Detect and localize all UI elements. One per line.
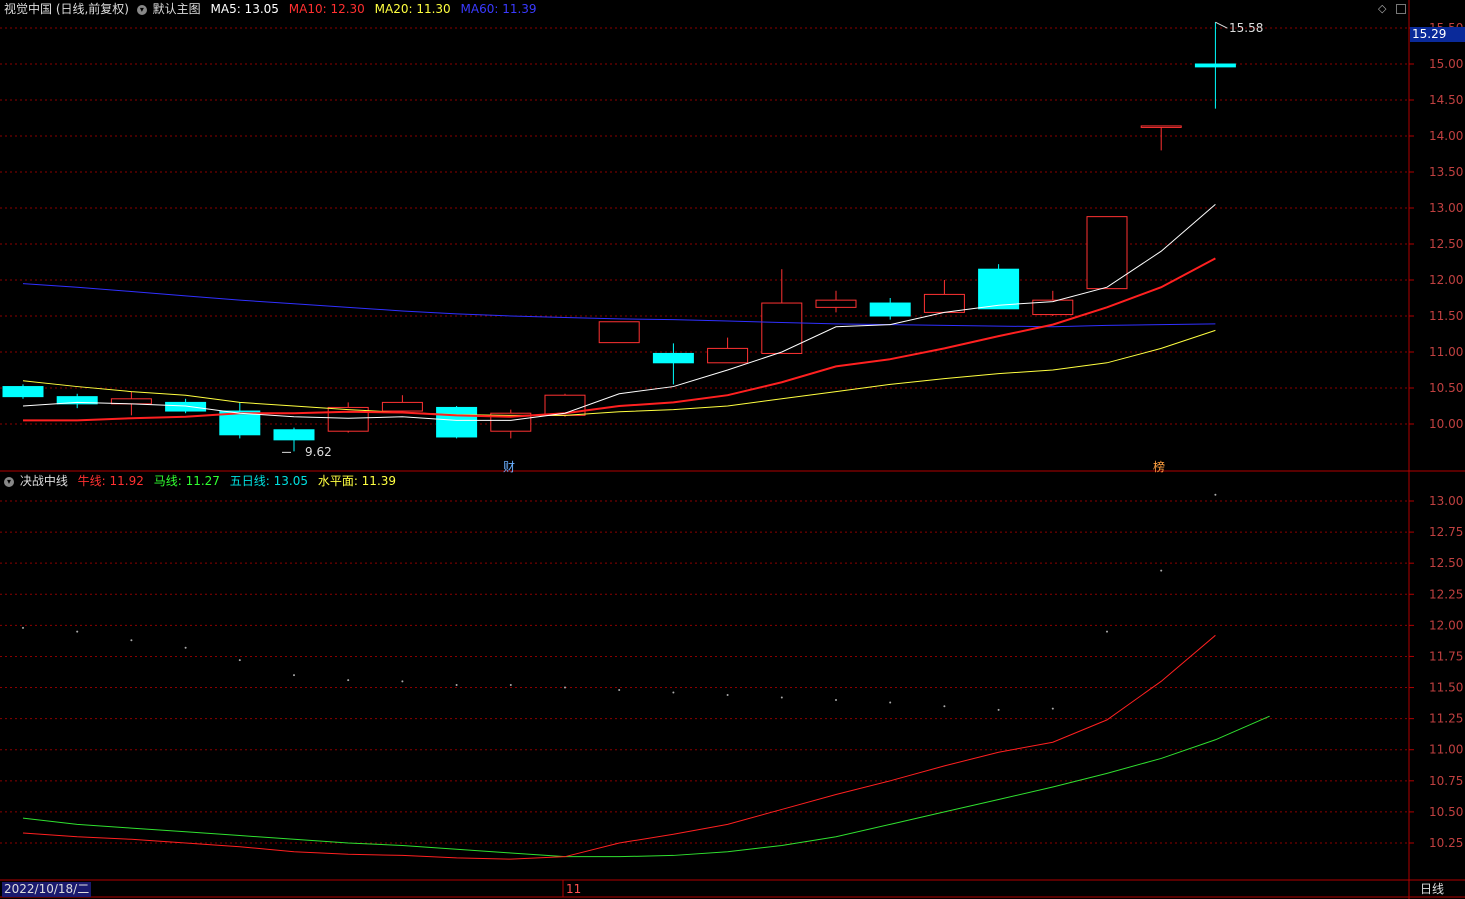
wuri-dot bbox=[618, 689, 621, 692]
wuri-dot bbox=[455, 684, 458, 687]
period-button[interactable]: 日线 bbox=[1420, 882, 1444, 897]
diamond-icon[interactable]: ◇ bbox=[1378, 2, 1386, 15]
y-tick-label: 13.00 bbox=[1429, 201, 1463, 215]
candle-body bbox=[381, 401, 423, 412]
wuri-dot bbox=[76, 630, 79, 633]
y-tick-label: 15.00 bbox=[1429, 57, 1463, 71]
y-tick-label: 14.00 bbox=[1429, 129, 1463, 143]
y-tick-label: 12.25 bbox=[1429, 587, 1463, 601]
main-chart-header: 视觉中国 (日线,前复权) ▾ 默认主图 MA5: 13.05 MA10: 12… bbox=[4, 1, 539, 17]
y-tick-label: 13.00 bbox=[1429, 494, 1463, 508]
candle-body bbox=[436, 406, 478, 438]
month-label: 11 bbox=[566, 882, 582, 896]
wuri-dot bbox=[997, 708, 1000, 711]
cursor-date-label: 2022/10/18/二 bbox=[2, 882, 92, 897]
ma20-label: MA20: 11.30 bbox=[374, 2, 451, 16]
ma-line bbox=[22, 715, 1270, 858]
template-name[interactable]: 默认主图 bbox=[153, 2, 201, 16]
y-tick-label: 12.50 bbox=[1429, 556, 1463, 570]
high-pointer bbox=[1215, 21, 1228, 29]
wuri-dot bbox=[22, 626, 24, 629]
wuri-dot bbox=[1051, 707, 1054, 710]
wuri-dot bbox=[780, 696, 783, 699]
ma5-label: MA5: 13.05 bbox=[210, 2, 279, 16]
y-tick-label: 10.00 bbox=[1429, 417, 1463, 431]
candle-body bbox=[1140, 125, 1182, 128]
y-tick-label: 11.50 bbox=[1429, 681, 1463, 695]
template-dropdown-icon[interactable]: ▾ bbox=[136, 4, 147, 15]
wuri-dot bbox=[1160, 569, 1163, 572]
high-price-label: 15.58 bbox=[1229, 21, 1264, 35]
indicator-header: ▾ 决战中线 牛线: 11.92 马线: 11.27 五日线: 13.05 水平… bbox=[4, 473, 398, 489]
current-price-tag: 15.29 bbox=[1410, 27, 1465, 42]
y-tick-label: 11.75 bbox=[1429, 649, 1463, 663]
niu-label: 牛线: 11.92 bbox=[77, 474, 144, 488]
candle-body bbox=[652, 352, 694, 364]
indicator-dropdown-icon[interactable]: ▾ bbox=[4, 476, 14, 487]
candle-body bbox=[165, 401, 207, 412]
wuri-dot bbox=[184, 646, 187, 649]
y-tick-label: 13.50 bbox=[1429, 165, 1463, 179]
wuri-dot bbox=[293, 674, 295, 677]
y-tick-label: 14.50 bbox=[1429, 93, 1463, 107]
y-tick-label: 10.75 bbox=[1429, 774, 1463, 788]
finance-marker[interactable]: 财 bbox=[503, 458, 515, 475]
candle-body bbox=[707, 347, 749, 364]
candle-body bbox=[815, 299, 857, 308]
wuri-dot bbox=[1106, 630, 1108, 633]
ma-line-label: 马线: 11.27 bbox=[153, 474, 220, 488]
y-tick-label: 12.75 bbox=[1429, 525, 1463, 539]
candle-body bbox=[598, 321, 640, 344]
niu-line bbox=[22, 634, 1216, 860]
wuri-dot bbox=[943, 705, 946, 708]
y-tick-label: 12.50 bbox=[1429, 237, 1463, 251]
rank-marker[interactable]: 榜 bbox=[1153, 458, 1165, 475]
ma10-label: MA10: 12.30 bbox=[288, 2, 365, 16]
y-tick-label: 10.50 bbox=[1429, 381, 1463, 395]
wuri-label: 五日线: 13.05 bbox=[229, 474, 308, 488]
ma60-label: MA60: 11.39 bbox=[460, 2, 537, 16]
wuri-dot bbox=[672, 691, 675, 694]
y-tick-label: 11.50 bbox=[1429, 309, 1463, 323]
candle-body bbox=[2, 386, 44, 398]
wuri-dot bbox=[238, 659, 241, 662]
y-tick-label: 12.00 bbox=[1429, 273, 1463, 287]
wuri-dot bbox=[889, 701, 892, 704]
stock-name: 视觉中国 (日线,前复权) bbox=[4, 2, 129, 16]
candle-body bbox=[869, 302, 911, 317]
maximize-icon[interactable] bbox=[1396, 4, 1406, 14]
wuri-dot bbox=[726, 694, 729, 697]
candle-body bbox=[273, 429, 315, 441]
wuri-dot bbox=[835, 698, 837, 701]
y-tick-label: 12.00 bbox=[1429, 618, 1463, 632]
y-tick-label: 10.25 bbox=[1429, 836, 1463, 850]
price-chart-canvas[interactable]: 15.5015.0014.5014.0013.5013.0012.5012.00… bbox=[0, 0, 1465, 899]
wuri-dot bbox=[401, 680, 404, 683]
wuri-dot bbox=[347, 679, 350, 682]
y-tick-label: 10.50 bbox=[1429, 805, 1463, 819]
wuri-dot bbox=[1214, 493, 1217, 496]
indicator-name[interactable]: 决战中线 bbox=[20, 474, 68, 488]
y-tick-label: 11.00 bbox=[1429, 345, 1463, 359]
candle-body bbox=[1194, 63, 1236, 68]
y-tick-label: 11.25 bbox=[1429, 712, 1463, 726]
shuiping-label: 水平面: 11.39 bbox=[317, 474, 397, 488]
low-price-label: 9.62 bbox=[305, 445, 332, 459]
candle-body bbox=[923, 293, 965, 313]
y-tick-label: 11.00 bbox=[1429, 743, 1463, 757]
wuri-dot bbox=[564, 686, 566, 689]
candle-body bbox=[978, 268, 1020, 310]
wuri-dot bbox=[130, 639, 133, 642]
wuri-dot bbox=[509, 684, 512, 687]
